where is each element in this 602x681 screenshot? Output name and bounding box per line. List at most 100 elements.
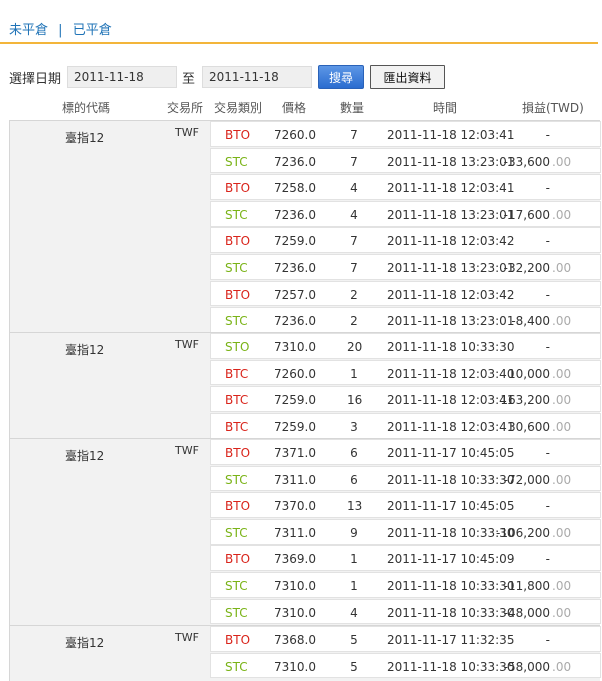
trade-row: BTO 7368.0 5 2011-11-17 11:32:35 - [210, 626, 601, 652]
trade-pnl-decimals: .00 [552, 393, 572, 408]
tab-separator: | [58, 23, 63, 38]
trade-pnl-decimals: .00 [552, 659, 572, 674]
col-header-type: 交易類別 [214, 101, 263, 115]
trade-type: BTO [225, 446, 251, 460]
export-button[interactable]: 匯出資料 [370, 65, 446, 89]
trade-qty: 4 [350, 605, 358, 620]
trade-rows: BTO 7371.0 6 2011-11-17 10:45:05 - STC 7311.0 6… [210, 439, 601, 625]
trade-pnl: - [545, 234, 550, 249]
trade-time: 2011-11-18 12:03:41 [387, 128, 515, 142]
trade-time: 2011-11-18 13:23:01 [387, 154, 515, 169]
trade-price: 7370.0 [274, 499, 316, 514]
trade-pnl: -72,000 [503, 472, 550, 487]
trade-type: STC [225, 605, 248, 620]
group-exchange: TWF [175, 338, 199, 351]
trade-row: STC 7236.0 7 2011-11-18 13:23:01 -33,600.00 [210, 147, 601, 174]
trade-qty: 1 [350, 366, 358, 381]
trade-price: 7258.0 [274, 181, 316, 196]
group-exchange: TWF [175, 631, 199, 644]
col-header-qty: 數量 [340, 101, 365, 115]
trade-price: 7311.0 [274, 472, 316, 487]
trade-type: STC [225, 260, 248, 275]
trade-pnl: - [545, 287, 550, 302]
trade-price: 7311.0 [274, 525, 316, 540]
trade-pnl: - [545, 340, 550, 354]
trade-pnl: -48,000 [503, 605, 550, 620]
trade-pnl-decimals: .00 [552, 207, 572, 222]
to-date-input[interactable] [202, 66, 313, 88]
trade-type: BTO [225, 181, 251, 196]
trade-pnl: 30,600 [508, 419, 550, 434]
trade-time: 2011-11-17 10:45:05 [387, 446, 515, 460]
trade-price: 7236.0 [274, 260, 316, 275]
trade-time: 2011-11-17 10:45:09 [387, 552, 515, 567]
trade-price: 7260.0 [274, 366, 316, 381]
trade-price: 7259.0 [274, 393, 316, 408]
trade-time: 2011-11-18 13:23:01 [387, 260, 515, 275]
trade-pnl: -106,200 [496, 525, 550, 540]
trade-pnl-decimals: .00 [552, 472, 572, 487]
trade-price: 7236.0 [274, 207, 316, 222]
trade-row: STC 7311.0 6 2011-11-18 10:33:30 -72,000.00 [210, 465, 601, 492]
trade-row: STC 7310.0 1 2011-11-18 10:33:30 -11,800.00 [210, 571, 601, 598]
trade-time: 2011-11-18 12:03:42 [387, 234, 515, 249]
trade-price: 7259.0 [274, 234, 316, 249]
tab-underline [0, 42, 598, 44]
search-button[interactable]: 搜尋 [318, 65, 365, 89]
trade-price: 7368.0 [274, 633, 316, 647]
trade-pnl: - [545, 446, 550, 460]
trade-row: STC 7310.0 5 2011-11-18 10:33:30 -58,000.00 [210, 652, 601, 679]
trade-pnl: - [545, 499, 550, 514]
trade-qty: 20 [347, 340, 363, 354]
trade-row: STC 7236.0 7 2011-11-18 13:23:01 -32,200.00 [210, 253, 601, 280]
trade-type: BTO [225, 128, 251, 142]
trade-row: BTC 7260.0 1 2011-11-18 12:03:40 10,000.00 [210, 359, 601, 386]
trade-qty: 5 [350, 659, 358, 674]
trade-row: STC 7310.0 4 2011-11-18 10:33:30 -48,000.00 [210, 598, 601, 625]
trade-pnl: -32,200 [503, 260, 550, 275]
trade-price: 7371.0 [274, 446, 316, 460]
to-label: 至 [182, 71, 196, 87]
trade-time: 2011-11-18 12:03:42 [387, 287, 515, 302]
group-exchange: TWF [175, 444, 199, 457]
trade-price: 7310.0 [274, 340, 316, 354]
date-label: 選擇日期 [9, 71, 62, 87]
trade-row: BTO 7257.0 2 2011-11-18 12:03:42 - [210, 280, 601, 307]
trade-pnl: - [545, 128, 550, 142]
trade-price: 7310.0 [274, 578, 316, 593]
trade-pnl-decimals: .00 [552, 366, 572, 381]
trade-pnl: -11,800 [503, 578, 550, 593]
trade-rows: BTO 7260.0 7 2011-11-18 12:03:41 - STC 7236.0 7… [210, 121, 601, 334]
trade-pnl-decimals: .00 [552, 260, 572, 275]
trade-price: 7369.0 [274, 552, 316, 567]
trade-row: BTC 7259.0 16 2011-11-18 12:03:41 163,200.00 [210, 386, 601, 412]
trade-rows: BTO 7368.0 5 2011-11-17 11:32:35 - STC 7310.0 5… [210, 626, 601, 679]
trade-pnl-decimals: .00 [552, 154, 572, 169]
trade-qty: 9 [350, 525, 358, 540]
col-header-pnl: 損益(TWD) [522, 101, 584, 115]
tab-open-positions[interactable]: 未平倉 [9, 23, 48, 38]
trade-qty: 7 [350, 154, 358, 169]
trade-type: STC [225, 472, 248, 487]
trade-pnl: -58,000 [503, 659, 550, 674]
group-symbol: 臺指12 [65, 131, 105, 145]
trade-time: 2011-11-18 10:33:30 [387, 605, 515, 620]
trade-pnl: 10,000 [508, 366, 550, 381]
trade-time: 2011-11-18 12:03:41 [387, 419, 515, 434]
from-date-input[interactable] [67, 66, 178, 88]
trade-row: BTO 7258.0 4 2011-11-18 12:03:41 - [210, 174, 601, 200]
trade-qty: 16 [347, 393, 363, 408]
tab-closed-positions[interactable]: 已平倉 [73, 23, 112, 38]
trade-qty: 6 [350, 446, 358, 460]
trade-price: 7260.0 [274, 128, 316, 142]
trade-qty: 1 [350, 578, 358, 593]
trade-pnl-decimals: .00 [552, 525, 572, 540]
trade-row: BTO 7259.0 7 2011-11-18 12:03:42 - [210, 227, 601, 254]
trade-qty: 1 [350, 552, 358, 567]
trade-row: BTO 7371.0 6 2011-11-17 10:45:05 - [210, 439, 601, 465]
trade-price: 7236.0 [274, 314, 316, 329]
trade-qty: 7 [350, 260, 358, 275]
trade-pnl: -17,600 [503, 207, 550, 222]
trade-price: 7257.0 [274, 287, 316, 302]
trade-type: STC [225, 578, 248, 593]
